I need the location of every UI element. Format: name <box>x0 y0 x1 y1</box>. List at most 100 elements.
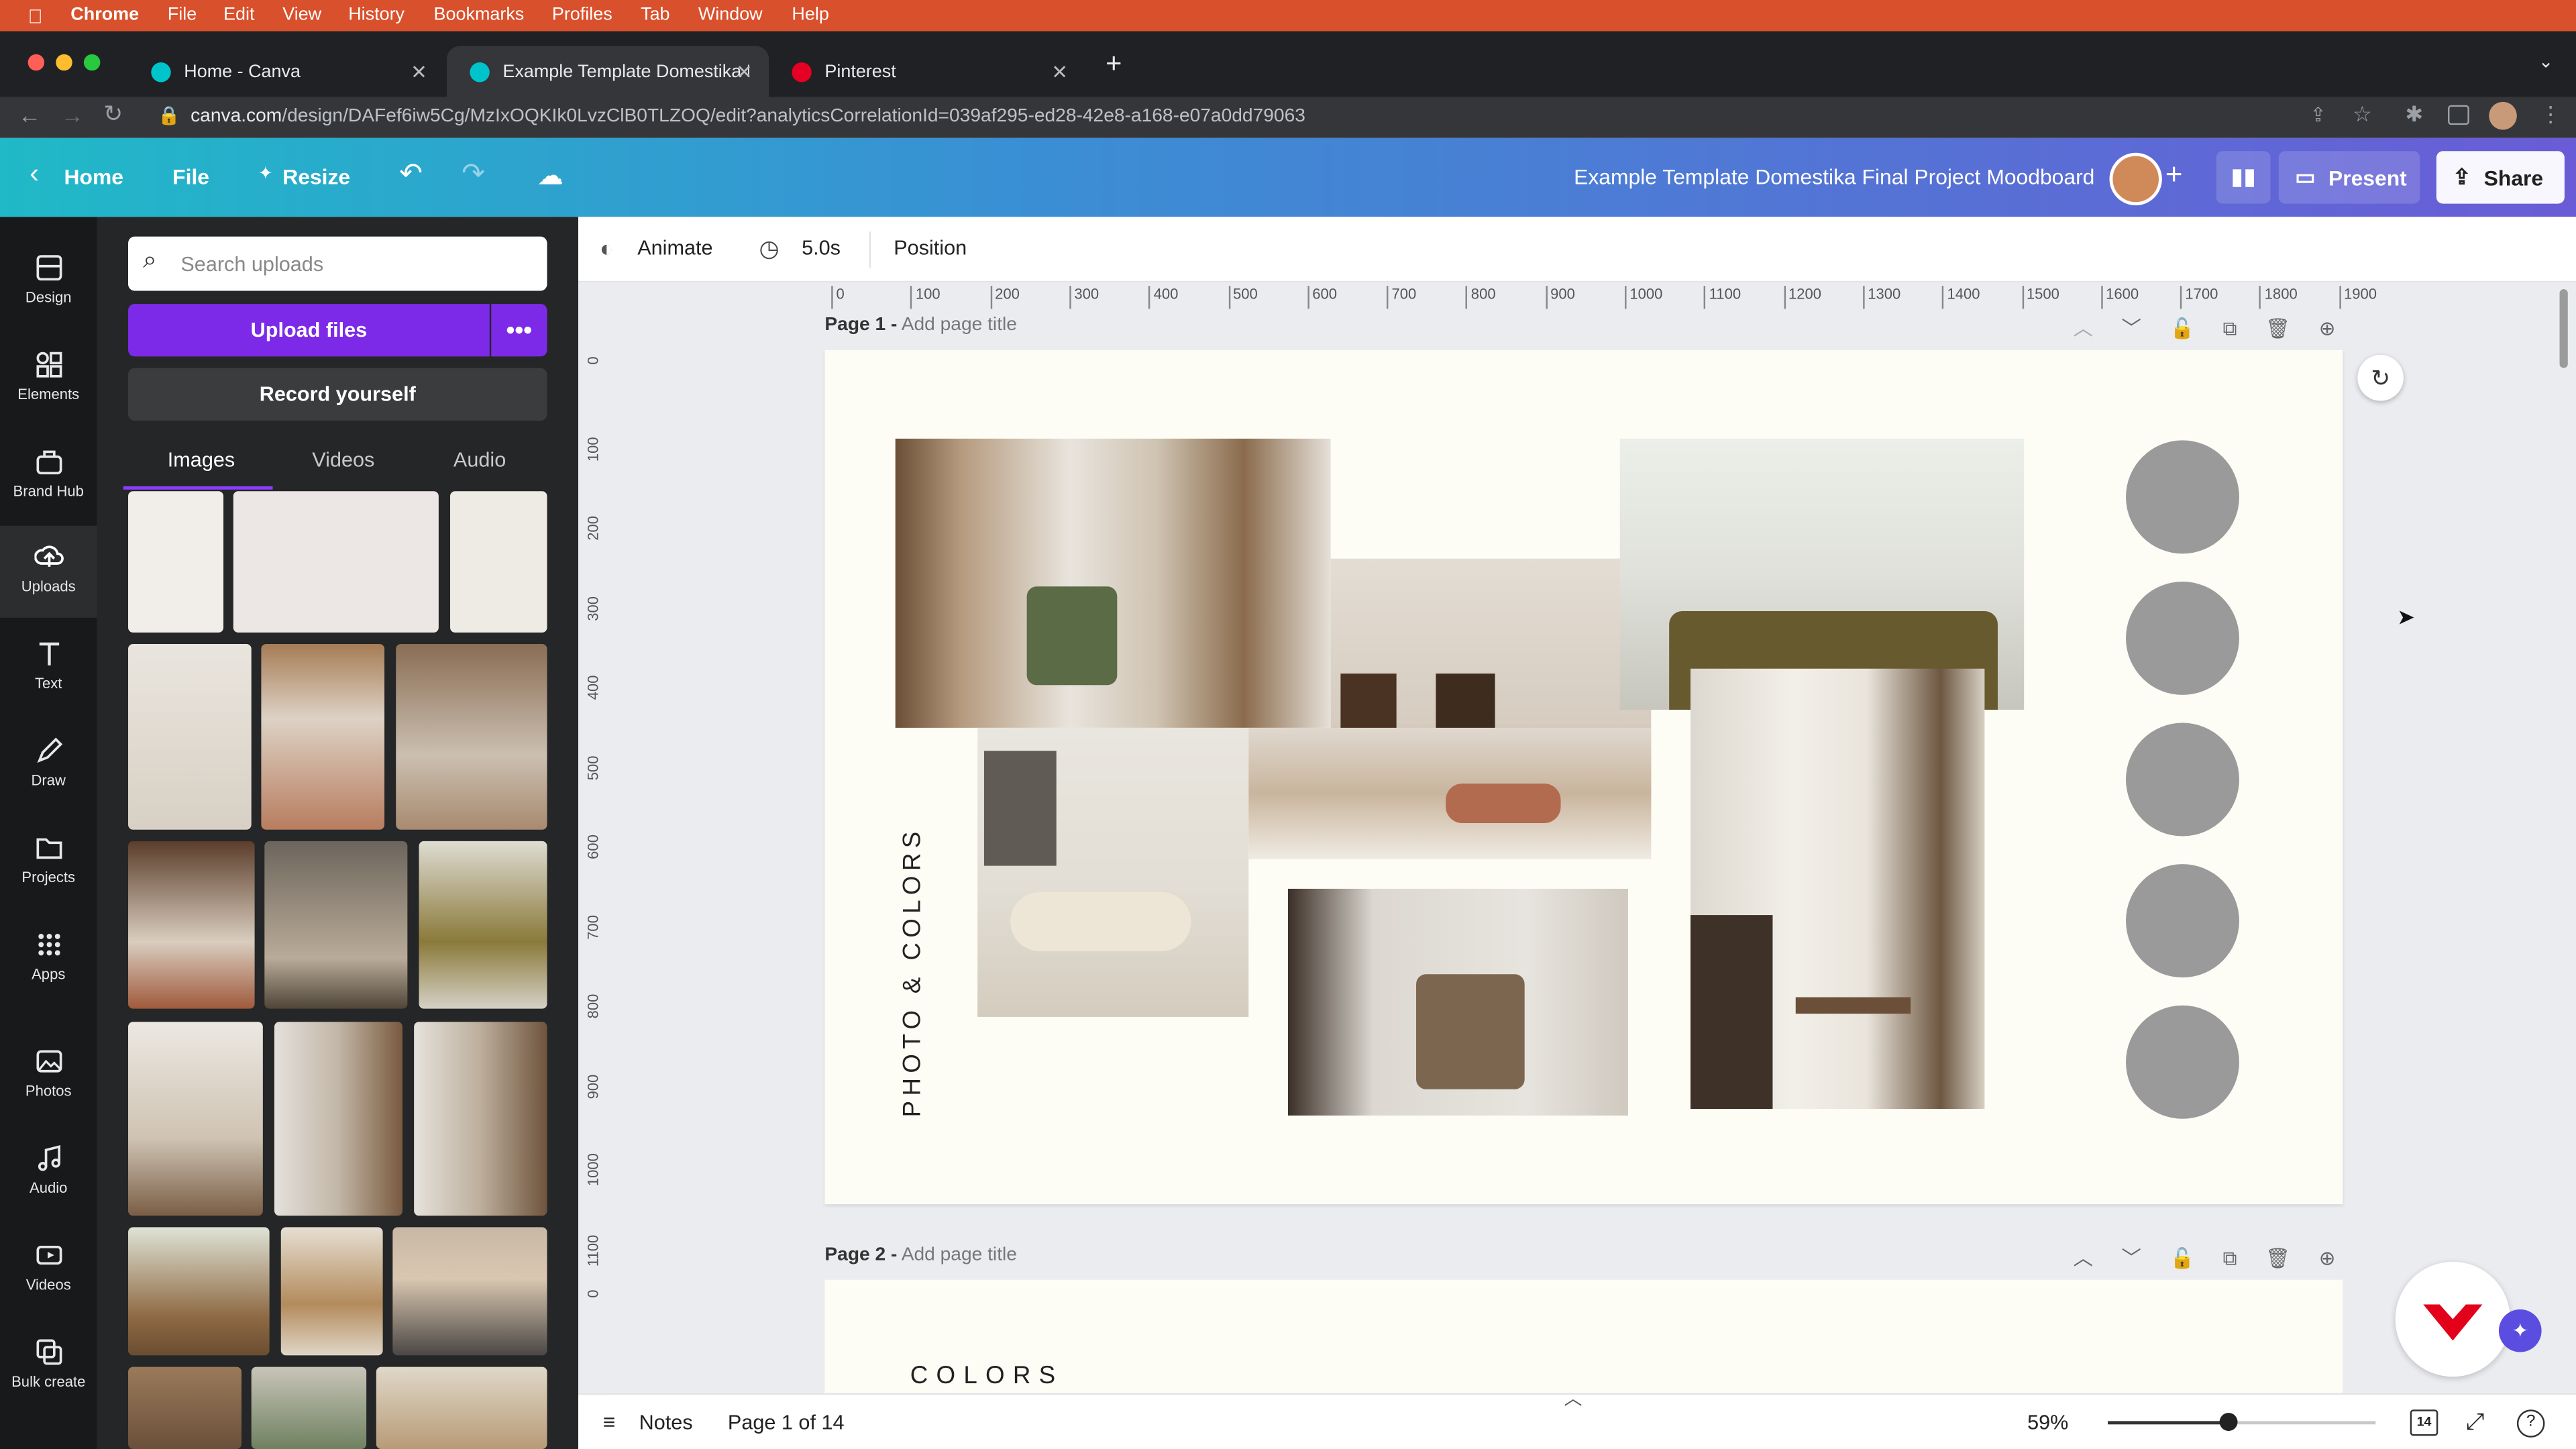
move-page-down-icon[interactable]: ﹀ <box>2122 317 2141 340</box>
rail-item-text[interactable]: Text <box>0 623 97 714</box>
tab-audio[interactable]: Audio <box>453 449 506 472</box>
tab-close-icon[interactable]: ✕ <box>736 61 753 84</box>
color-swatch-circle[interactable] <box>2126 581 2239 695</box>
tab-example-template[interactable]: Example Template Domestika F ✕ <box>447 46 769 97</box>
moodboard-photo-chair-window[interactable] <box>895 438 1331 728</box>
rail-item-uploads[interactable]: Uploads <box>0 525 97 618</box>
forward-icon[interactable]: → <box>61 102 84 128</box>
moodboard-photo-bedroom[interactable] <box>1248 727 1652 859</box>
rail-item-projects[interactable]: Projects <box>0 816 97 908</box>
rail-item-draw[interactable]: Draw <box>0 720 97 812</box>
color-swatch-circle[interactable] <box>2126 1005 2239 1119</box>
upload-thumbnail[interactable] <box>261 644 385 830</box>
upload-more-options-icon[interactable]: ••• <box>491 304 547 357</box>
menu-bookmarks[interactable]: Bookmarks <box>434 5 525 24</box>
share-page-icon[interactable]: ⇪ <box>2310 103 2326 126</box>
new-tab-icon[interactable]: + <box>1106 48 1122 80</box>
page-2-heading[interactable]: COLORS <box>910 1362 1064 1390</box>
duplicate-page-icon[interactable]: ⧉ <box>2223 317 2237 340</box>
upload-thumbnail[interactable] <box>128 644 252 830</box>
moodboard-photo-curved-sofa[interactable] <box>977 727 1249 1017</box>
moodboard-photo-dining-room[interactable] <box>1690 668 1985 1110</box>
rail-item-brand-hub[interactable]: Brand Hub <box>0 431 97 523</box>
add-page-icon[interactable]: ⊕ <box>2319 317 2336 340</box>
apple-icon[interactable]:  <box>28 5 43 28</box>
search-input[interactable]: ⌕ Search uploads <box>128 236 547 291</box>
side-panel-icon[interactable] <box>2448 105 2469 125</box>
delete-page-icon[interactable]: 🗑 <box>2265 317 2290 340</box>
expand-pages-chevron-icon[interactable]: ︿ <box>1564 1385 1582 1411</box>
duration-button[interactable]: 5.0s <box>802 237 841 260</box>
tab-search-chevron-icon[interactable]: ⌄ <box>2538 51 2554 72</box>
rail-item-videos[interactable]: Videos <box>0 1224 97 1316</box>
tab-close-icon[interactable]: ✕ <box>411 61 427 84</box>
upload-thumbnail[interactable] <box>274 1022 403 1216</box>
page-indicator[interactable]: Page 1 of 14 <box>728 1411 845 1434</box>
moodboard-photo-lounge-chair[interactable] <box>1288 888 1628 1116</box>
upload-thumbnail[interactable] <box>396 644 547 830</box>
rail-item-photos[interactable]: Photos <box>0 1030 97 1122</box>
insights-chart-icon[interactable]: ▮▮ <box>2216 151 2271 204</box>
page-2-canvas[interactable]: COLORS <box>824 1279 2343 1393</box>
tab-home-canva[interactable]: Home - Canva ✕ <box>128 46 443 97</box>
upload-thumbnail[interactable] <box>392 1227 547 1356</box>
menubar-app-name[interactable]: Chrome <box>70 5 139 24</box>
reload-icon[interactable]: ↻ <box>103 100 123 128</box>
refresh-ai-icon[interactable]: ↻ <box>2357 354 2404 401</box>
file-menu-button[interactable]: File <box>172 164 209 189</box>
notes-button[interactable]: Notes <box>639 1411 693 1434</box>
color-swatch-circle[interactable] <box>2126 864 2239 978</box>
upload-thumbnail[interactable] <box>128 1366 242 1449</box>
menu-help[interactable]: Help <box>792 5 828 24</box>
position-button[interactable]: Position <box>894 237 967 260</box>
rail-item-audio[interactable]: Audio <box>0 1127 97 1219</box>
upload-thumbnail[interactable] <box>128 1227 270 1356</box>
chevron-left-icon[interactable]: ‹ <box>30 158 39 191</box>
vertical-section-title[interactable]: PHOTO & COLORS <box>899 826 927 1117</box>
magic-assistant-icon[interactable]: ✦ <box>2498 1309 2542 1352</box>
rail-item-design[interactable]: Design <box>0 237 97 329</box>
tab-images[interactable]: Images <box>168 449 235 472</box>
zoom-level[interactable]: 59% <box>2027 1411 2068 1434</box>
upload-thumbnail[interactable] <box>419 841 547 1009</box>
resize-button[interactable]: Resize <box>282 164 350 189</box>
rail-item-bulk-create[interactable]: Bulk create <box>0 1321 97 1413</box>
menu-view[interactable]: View <box>282 5 321 24</box>
menu-profiles[interactable]: Profiles <box>552 5 612 24</box>
chrome-menu-icon[interactable]: ⋮ <box>2540 102 2561 128</box>
tab-pinterest[interactable]: Pinterest ✕ <box>769 46 1084 97</box>
lock-page-icon[interactable]: 🔓 <box>2169 317 2194 340</box>
page-1-title-input[interactable]: Add page title <box>902 315 1017 335</box>
domestika-widget[interactable] <box>2395 1261 2511 1377</box>
upload-thumbnail[interactable] <box>128 491 224 633</box>
page-2-title-input[interactable]: Add page title <box>902 1245 1017 1265</box>
upload-thumbnail[interactable] <box>251 1366 367 1449</box>
collaborator-avatar[interactable] <box>2109 152 2162 206</box>
undo-icon[interactable]: ↶ <box>399 158 423 191</box>
duplicate-page-icon[interactable]: ⧉ <box>2223 1247 2237 1270</box>
bookmark-star-icon[interactable]: ☆ <box>2353 102 2372 128</box>
upload-thumbnail[interactable] <box>376 1366 547 1449</box>
delete-page-icon[interactable]: 🗑 <box>2265 1247 2290 1270</box>
add-collaborator-icon[interactable]: + <box>2165 158 2183 192</box>
menu-window[interactable]: Window <box>698 5 763 24</box>
zoom-slider-handle[interactable] <box>2219 1413 2238 1432</box>
move-page-down-icon[interactable]: ﹀ <box>2122 1247 2141 1270</box>
tab-close-icon[interactable]: ✕ <box>1051 61 1068 84</box>
present-button[interactable]: ▭ Present <box>2278 151 2420 204</box>
color-swatch-circle[interactable] <box>2126 440 2239 554</box>
menu-history[interactable]: History <box>348 5 405 24</box>
lock-page-icon[interactable]: 🔓 <box>2169 1247 2194 1270</box>
redo-icon[interactable]: ↷ <box>462 158 485 191</box>
share-button[interactable]: ⇪ Share <box>2436 151 2565 204</box>
back-icon[interactable]: ← <box>18 102 41 128</box>
upload-files-button[interactable]: Upload files <box>128 304 490 357</box>
menu-file[interactable]: File <box>168 5 197 24</box>
animate-button[interactable]: Animate <box>637 237 712 260</box>
window-close-icon[interactable] <box>28 54 45 71</box>
upload-thumbnail[interactable] <box>128 841 255 1009</box>
move-page-up-icon[interactable]: ︿ <box>2074 1247 2093 1270</box>
move-page-up-icon[interactable]: ︿ <box>2074 317 2093 340</box>
menu-edit[interactable]: Edit <box>223 5 254 24</box>
rail-item-apps[interactable]: Apps <box>0 914 97 1006</box>
